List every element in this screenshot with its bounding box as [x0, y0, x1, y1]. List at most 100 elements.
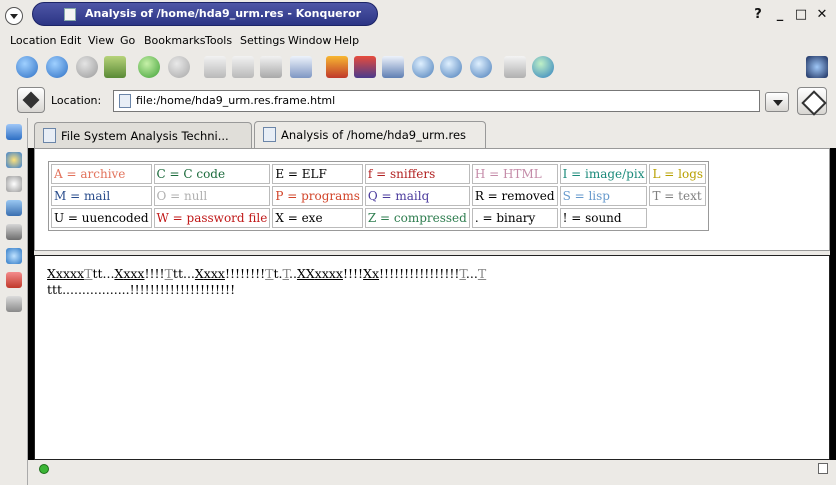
copy-icon[interactable]: [232, 56, 254, 78]
location-history-dropdown[interactable]: [765, 92, 789, 112]
analysis-segment: T: [164, 266, 173, 281]
analysis-segment: X: [47, 266, 56, 281]
go-button[interactable]: [797, 87, 827, 115]
location-input[interactable]: file:/home/hda9_urm.res.frame.html: [113, 90, 760, 112]
legend-cell: E = ELF: [272, 164, 363, 184]
konqueror-throbber-icon: [806, 56, 828, 78]
legend-cell: P = programs: [272, 186, 363, 206]
help-button[interactable]: ?: [750, 7, 766, 23]
maximize-button[interactable]: □: [793, 7, 809, 23]
legend-cell: O = null: [153, 186, 271, 206]
legend-cell: S = lisp: [559, 186, 648, 206]
analysis-segment: xxx: [203, 266, 225, 281]
back-arrow-icon[interactable]: [46, 56, 68, 78]
analysis-line-1: XxxxxTtt...Xxxx!!!!Ttt...Xxxx!!!!!!!!Tt.…: [47, 266, 817, 282]
forward-arrow-icon[interactable]: [76, 56, 98, 78]
window-title-pill: Analysis of /home/hda9_urm.res - Konquer…: [32, 2, 378, 26]
tab-bar: File System Analysis Techni... Analysis …: [28, 118, 836, 149]
security-icon[interactable]: [354, 56, 376, 78]
menu-tools[interactable]: Tools: [205, 34, 232, 47]
menu-location[interactable]: Location: [10, 34, 57, 47]
analysis-segment: !!!!!!!!!!!!!!!!: [379, 266, 460, 281]
navigation-panel-sidebar: [0, 118, 28, 485]
window-menu-button[interactable]: [5, 7, 23, 25]
analysis-segment: ...: [465, 266, 478, 281]
analysis-output: XxxxxTtt...Xxxx!!!!Ttt...Xxxx!!!!!!!!Tt.…: [47, 266, 817, 298]
clear-location-button[interactable]: [17, 87, 45, 113]
legend-row: A = archive C = C code E = ELF f = sniffers…: [51, 164, 707, 184]
up-arrow-icon[interactable]: [16, 56, 38, 78]
tab-analysis-hda9[interactable]: Analysis of /home/hda9_urm.res: [254, 121, 486, 149]
menu-edit[interactable]: Edit: [60, 34, 81, 47]
paste-icon[interactable]: [260, 56, 282, 78]
menu-go[interactable]: Go: [120, 34, 135, 47]
location-value: file:/home/hda9_urm.res.frame.html: [136, 94, 336, 107]
find-icon[interactable]: [412, 56, 434, 78]
analysis-line-2: ttt.................!!!!!!!!!!!!!!!!!!!!…: [47, 282, 236, 297]
menu-help[interactable]: Help: [334, 34, 359, 47]
analysis-segment: tt...: [172, 266, 195, 281]
page-icon: [263, 127, 276, 142]
legend-cell: T = text: [649, 186, 707, 206]
analysis-segment: xxxx: [314, 266, 343, 281]
tab-label: File System Analysis Techni...: [61, 129, 229, 143]
legend-cell: Z = compressed: [364, 208, 470, 228]
minimize-button[interactable]: _: [772, 7, 788, 23]
analysis-segment: ..: [289, 266, 297, 281]
legend-cell: W = password file: [153, 208, 271, 228]
new-window-icon[interactable]: [382, 56, 404, 78]
analysis-segment: xxxx: [55, 266, 85, 281]
location-label: Location:: [51, 94, 102, 107]
legend-cell: R = removed: [471, 186, 558, 206]
cut-icon[interactable]: [204, 56, 226, 78]
analysis-segment: X: [194, 266, 204, 281]
analysis-segment: xxx: [123, 266, 145, 281]
close-button[interactable]: ✕: [814, 7, 830, 23]
network-icon[interactable]: [6, 224, 22, 240]
home-icon[interactable]: [104, 56, 126, 78]
legend-cell: Q = mailq: [364, 186, 470, 206]
home-folder-icon[interactable]: [6, 200, 22, 216]
navigation-panel-icon[interactable]: [6, 124, 22, 140]
zoom-in-icon[interactable]: [440, 56, 462, 78]
analysis-segment: T: [477, 266, 487, 281]
menu-bookmarks[interactable]: Bookmarks: [144, 34, 205, 47]
globe-icon[interactable]: [532, 56, 554, 78]
analysis-segment: x: [371, 266, 380, 281]
tab-file-system-analysis[interactable]: File System Analysis Techni...: [34, 122, 252, 148]
analysis-segment: !!!!: [342, 266, 364, 281]
analysis-segment: tt...: [92, 266, 115, 281]
legend-cell: C = C code: [153, 164, 271, 184]
page-icon: [43, 128, 56, 143]
analysis-segment: X: [114, 266, 124, 281]
legend-cell: . = binary: [471, 208, 558, 228]
konqueror-page-icon: [64, 8, 76, 21]
analysis-segment: XX: [296, 266, 315, 281]
menu-settings[interactable]: Settings: [240, 34, 285, 47]
zoom-out-icon[interactable]: [470, 56, 492, 78]
view-link-checkbox[interactable]: [818, 463, 828, 474]
security-key-icon[interactable]: [504, 56, 526, 78]
window-title: Analysis of /home/hda9_urm.res - Konquer…: [85, 7, 362, 20]
bookmark-icon[interactable]: [326, 56, 348, 78]
status-bar: [28, 460, 836, 485]
services-icon[interactable]: [6, 248, 22, 264]
bookmarks-icon[interactable]: [6, 152, 22, 168]
title-bar: Analysis of /home/hda9_urm.res - Konquer…: [0, 0, 836, 30]
stop-icon[interactable]: [168, 56, 190, 78]
legend-cell: H = HTML: [471, 164, 558, 184]
legend-cell: X = exe: [272, 208, 363, 228]
location-bar: Location: file:/home/hda9_urm.res.frame.…: [0, 84, 836, 118]
menu-view[interactable]: View: [88, 34, 114, 47]
kde-icon[interactable]: [6, 296, 22, 312]
status-led-icon: [39, 464, 49, 474]
menu-bar: Location Edit View Go Bookmarks Tools Se…: [0, 30, 836, 52]
legend-row: M = mail O = null P = programs Q = mailq R =…: [51, 186, 707, 206]
page-icon: [119, 94, 131, 108]
reload-icon[interactable]: [138, 56, 160, 78]
main-toolbar: [0, 52, 836, 84]
print-icon[interactable]: [290, 56, 312, 78]
root-folder-icon[interactable]: [6, 272, 22, 288]
menu-window[interactable]: Window: [288, 34, 331, 47]
history-icon[interactable]: [6, 176, 22, 192]
